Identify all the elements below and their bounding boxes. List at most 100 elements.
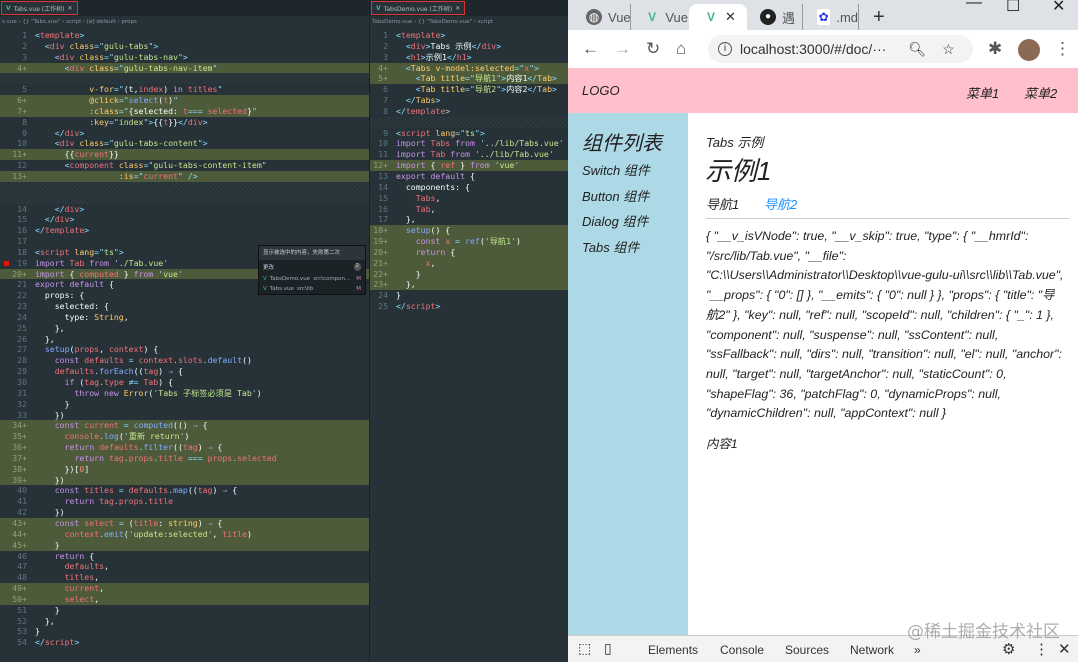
code-token: const (54, 420, 85, 431)
close-icon[interactable]: ✕ (725, 9, 736, 25)
devtools-tab-network[interactable]: Network (850, 643, 894, 657)
code-token: return (74, 452, 109, 463)
tab-label: Vue (665, 9, 688, 25)
sidebar-item-button[interactable]: Button 组件 (582, 186, 649, 205)
inspect-icon[interactable]: ⬚ (578, 640, 591, 657)
code-line: 3 <h1>示例1</h1> (370, 52, 568, 63)
changed-file[interactable]: V Tabs.vue src\lib M (259, 284, 365, 294)
code-token: (( (173, 442, 183, 453)
file-tab-tabsdemo-vue[interactable]: V TabsDemo.vue (工作树) ✕ (371, 1, 466, 15)
code-token: =" (108, 116, 119, 127)
devtools-tab-console[interactable]: Console (720, 643, 764, 657)
code-line: 4+ <div class="gulu-tabs-nav-item" (0, 62, 369, 74)
code-token: } (35, 398, 70, 409)
close-window-button[interactable]: ✕ (1052, 0, 1065, 16)
code-token: ⇒ (168, 366, 178, 377)
file-path: src\compon... (313, 276, 351, 282)
code-token: console (64, 431, 100, 442)
info-icon[interactable]: i (718, 42, 732, 56)
code-token: =" (118, 105, 129, 116)
code-token: forEach (99, 366, 134, 377)
browser-tab[interactable]: ● 遇 (746, 4, 801, 30)
menu-icon[interactable]: ⋮ (1054, 39, 1071, 59)
sidebar-item-switch[interactable]: Switch 组件 (582, 160, 650, 179)
devtools-tab-sources[interactable]: Sources (785, 643, 829, 657)
code-token: (() (173, 420, 193, 431)
code-token: { (89, 550, 95, 561)
code-line: 11 import Tab from '../lib/Tab.vue' (370, 149, 568, 160)
more-tabs-icon[interactable]: » (914, 643, 921, 657)
maximize-button[interactable]: ☐ (1006, 0, 1020, 16)
code-token: =" (465, 84, 475, 95)
code-line: 11+ {{current}} (0, 149, 369, 161)
code-token: type: (35, 311, 95, 322)
code-token: }, (396, 214, 416, 225)
file-tab-tabs-vue[interactable]: V Tabs.vue (工作树) ✕ (1, 1, 78, 15)
code-line: 48 titles, (0, 572, 369, 583)
code-token: gulu-tabs-content-item (153, 160, 262, 171)
forward-button[interactable]: → (614, 39, 631, 59)
code-token: defaults (64, 561, 105, 572)
devtools-tab-elements[interactable]: Elements (648, 643, 698, 657)
star-icon[interactable]: ☆ (942, 41, 955, 58)
code-token: () (242, 355, 252, 366)
breakpoint-icon[interactable] (4, 260, 9, 266)
new-tab-button[interactable]: + (858, 4, 885, 30)
close-icon[interactable]: ✕ (67, 5, 72, 12)
close-devtools-icon[interactable]: ✕ (1058, 640, 1071, 658)
editor-tabs-vue: V Tabs.vue (工作树) ✕ s.vue › {} "Tabs.vue" ›… (0, 0, 370, 662)
line-number: 38+ (12, 463, 27, 474)
code-token: === (187, 452, 208, 463)
breadcrumb[interactable]: TabsDemo.vue › {} "TabsDemo.vue" › scrip… (370, 16, 568, 28)
code-token: 重新 return (128, 431, 180, 442)
browser-tab[interactable]: ✿ .md (802, 4, 858, 30)
code-area[interactable]: 1 <template> 2 <div class="gulu-tabs"> 3 <d… (0, 30, 369, 648)
menu-item-1[interactable]: 菜单1 (966, 83, 999, 102)
line-number: 1 (383, 30, 388, 40)
back-button[interactable]: ← (582, 39, 599, 59)
zoom-icon[interactable]: 🔍︎ (908, 41, 926, 58)
changes-section[interactable]: 更改 2 (259, 260, 365, 274)
code-token: =" (118, 95, 129, 106)
code-token: div (481, 40, 497, 51)
sidebar-item-tabs[interactable]: Tabs 组件 (582, 237, 639, 256)
browser-tab[interactable]: V Vue (630, 4, 688, 30)
kebab-icon[interactable]: ⋮ (1034, 640, 1049, 658)
browser-tab-active[interactable]: V ✕ (689, 4, 747, 30)
line-number: 12 (17, 160, 27, 171)
logo[interactable]: LOGO (582, 83, 620, 98)
code-token: > (466, 51, 472, 62)
profile-avatar[interactable] (1018, 39, 1040, 61)
code-area[interactable]: 1 <template> 2 <div>Tabs 示例</div> 3 <h1>示例1… (370, 30, 568, 312)
code-line: 39+ }) (0, 474, 369, 486)
line-number: 20+ (12, 268, 27, 279)
device-toggle-icon[interactable]: ▯ (604, 640, 612, 657)
code-token: { (202, 420, 208, 431)
browser-tab[interactable]: ◍ Vue (572, 4, 634, 30)
code-token: ⇒ (192, 420, 203, 431)
home-button[interactable]: ⌂ (676, 39, 686, 59)
extensions-icon[interactable]: ✱ (988, 39, 1002, 59)
code-token: tag (99, 496, 114, 507)
diff-spacer (0, 181, 369, 193)
code-token: import (396, 160, 431, 171)
close-icon[interactable]: ✕ (455, 5, 460, 12)
reload-button[interactable]: ↻ (646, 39, 660, 59)
minimize-button[interactable]: — (966, 0, 982, 12)
gear-icon[interactable]: ⚙ (1002, 640, 1015, 658)
address-bar[interactable]: i localhost:3000/#/doc/··· 🔍︎ ☆ (708, 35, 973, 63)
line-number: 8 (22, 116, 27, 127)
tabs-nav-item-selected[interactable]: 导航2 (764, 194, 797, 213)
sidebar-item-dialog[interactable]: Dialog 组件 (582, 211, 648, 230)
code-token: import (35, 257, 70, 268)
line-number: 24 (378, 290, 388, 301)
code-token: ⇒ (222, 485, 233, 496)
changed-file[interactable]: V TabsDemo.vue src\compon... M (259, 274, 365, 284)
vue-icon: V (648, 10, 657, 24)
tabs-nav-item[interactable]: 导航1 (706, 194, 739, 213)
tab-content: 内容1 (706, 437, 738, 451)
menu-item-2[interactable]: 菜单2 (1024, 83, 1057, 102)
breadcrumb[interactable]: s.vue › {} "Tabs.vue" › script › [ø] def… (0, 16, 369, 28)
